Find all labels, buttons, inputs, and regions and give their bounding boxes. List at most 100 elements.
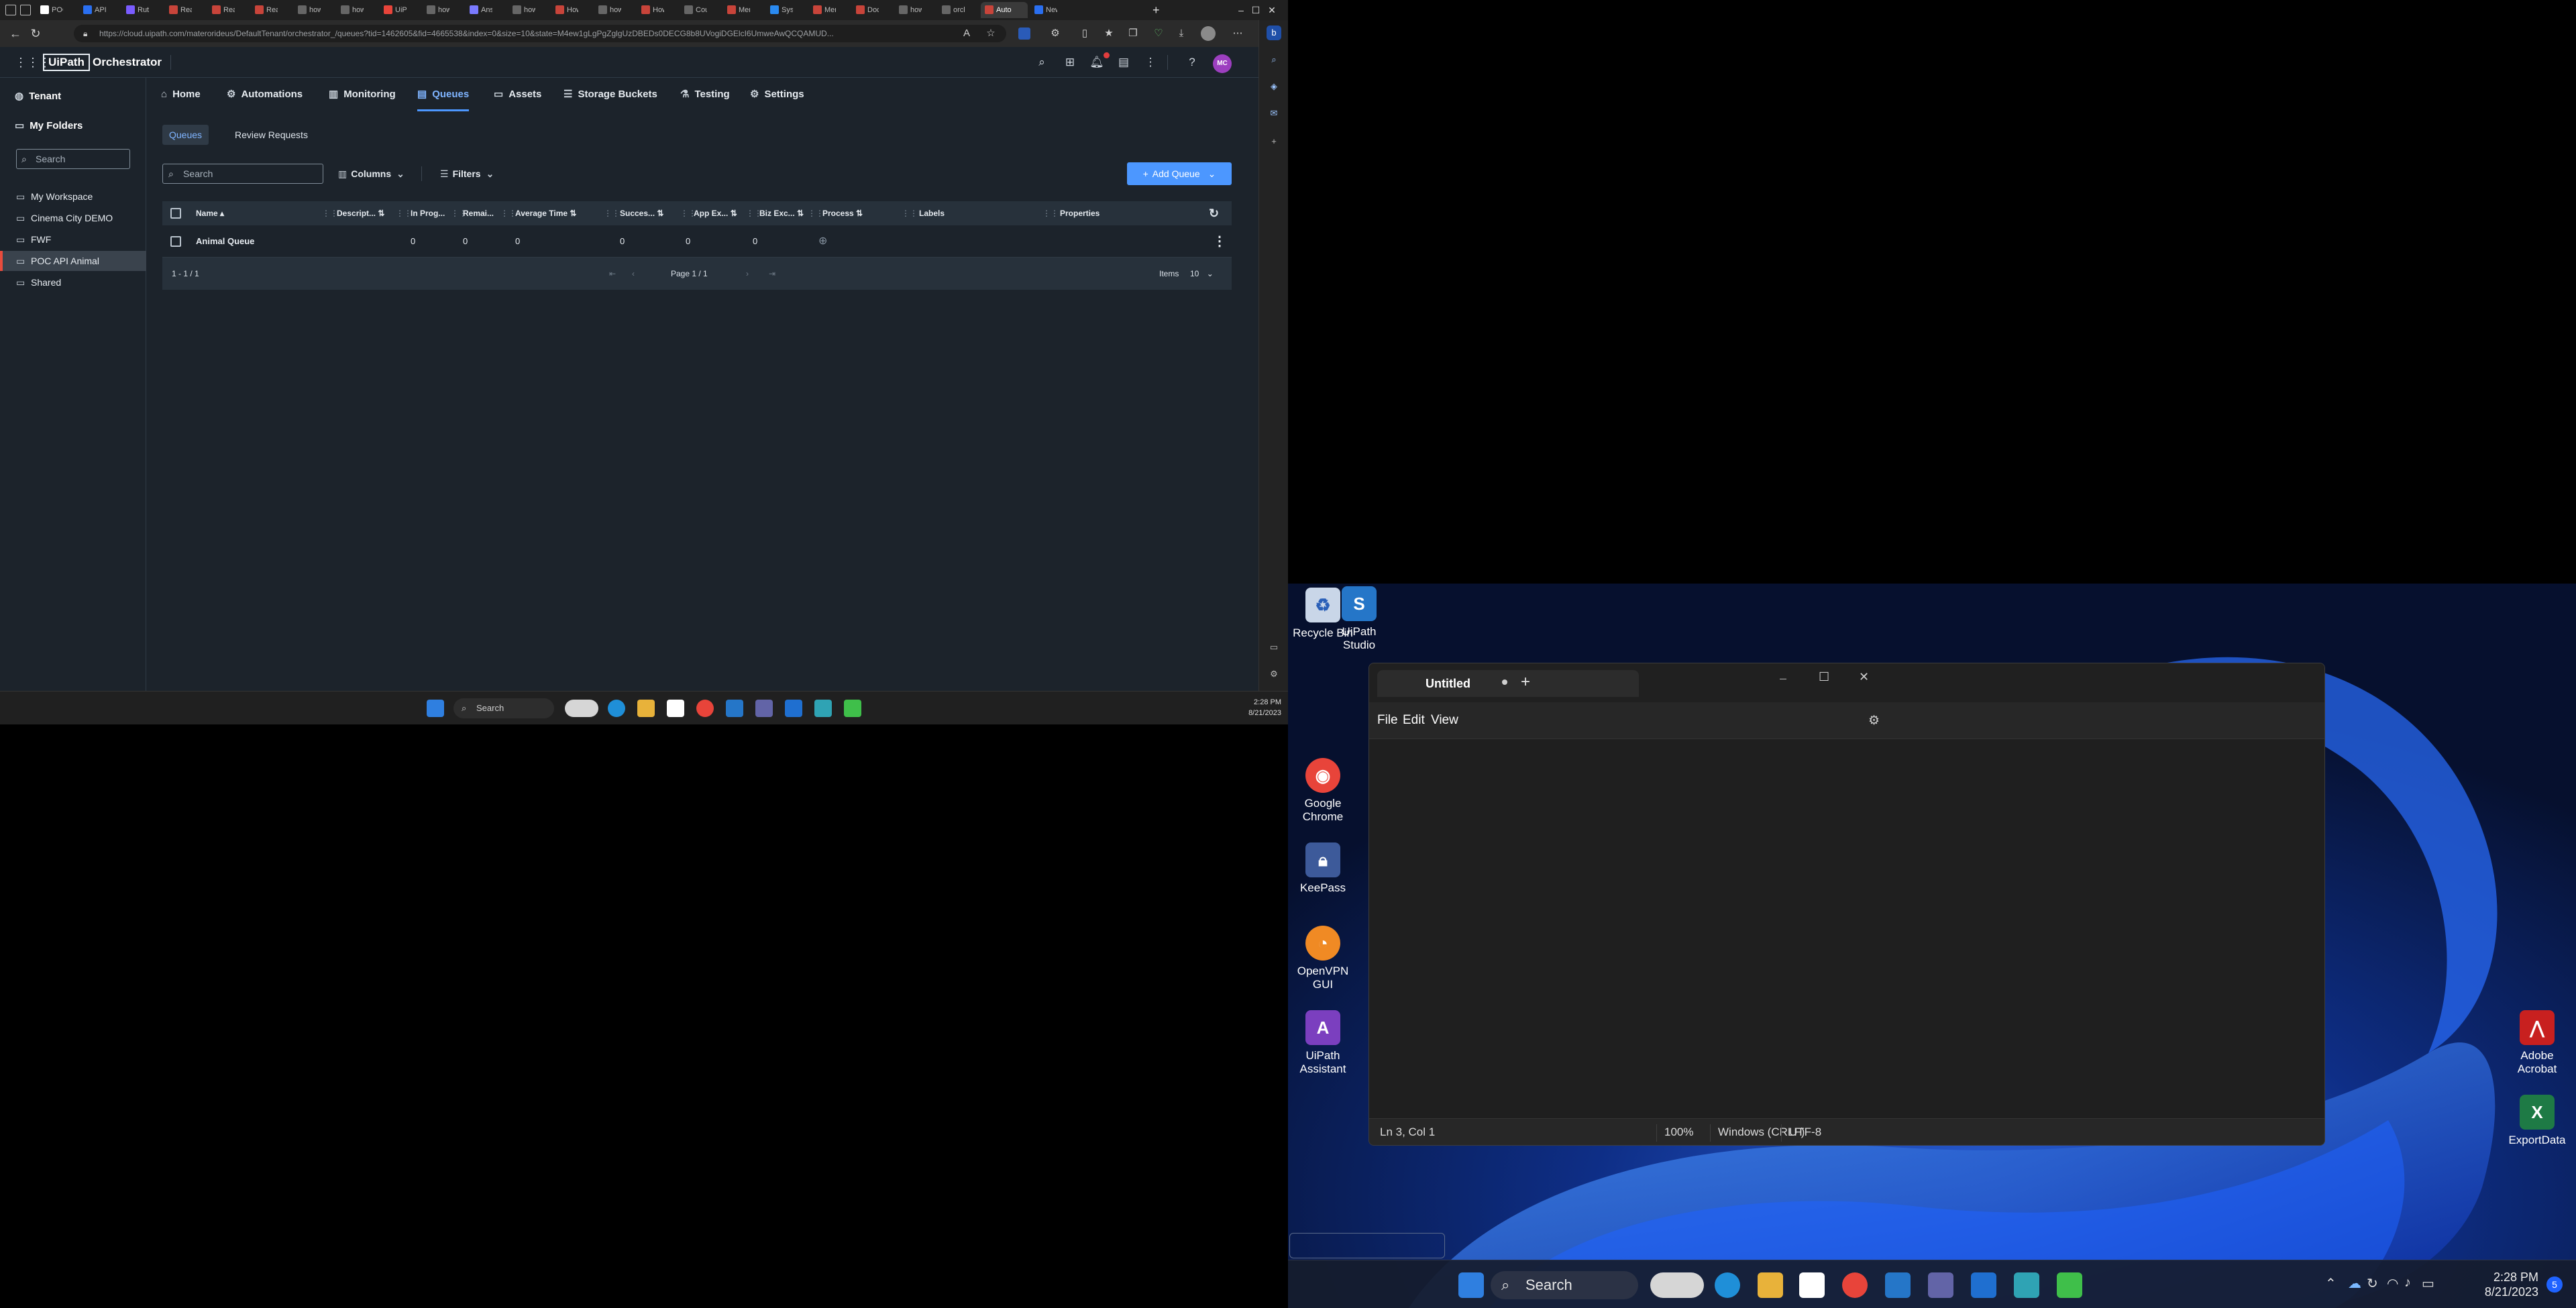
select-all-checkbox[interactable] [170, 208, 181, 219]
browser-tab[interactable]: UiPa [380, 2, 407, 18]
nav-tab[interactable]: ▤ Queues [417, 78, 470, 111]
taskbar-search[interactable]: ⌕ Search [1491, 1271, 1638, 1299]
browser-tab[interactable]: Men [809, 2, 836, 18]
downloads-icon[interactable]: ⤓ [1174, 26, 1189, 41]
desktop-icon-exportdata[interactable]: X ExportData [2504, 1095, 2571, 1147]
browser-tab[interactable]: how [594, 2, 621, 18]
column-grip-icon[interactable]: ⋮⋮ [902, 201, 918, 225]
unsaved-dot-icon[interactable] [1502, 679, 1507, 685]
browser-essentials-icon[interactable]: ♡ [1151, 26, 1166, 41]
column-grip-icon[interactable]: ⋮⋮ [500, 201, 517, 225]
desktop-icon-uipath-studio[interactable]: S UiPath Studio [1326, 586, 1393, 652]
outlook-icon[interactable] [785, 700, 802, 717]
nav-tab[interactable]: ⚙ Automations [227, 78, 303, 111]
folder-item[interactable]: ▭ Shared [0, 272, 146, 292]
notepad-text-area[interactable] [1369, 739, 2324, 1118]
taskbar-search[interactable]: ⌕ Search [453, 698, 554, 718]
favorites-icon[interactable]: ★ [1102, 26, 1116, 41]
browser-tab[interactable]: Ans [466, 2, 492, 18]
outlook-icon[interactable] [1971, 1272, 1996, 1298]
columns-button[interactable]: ▥ Columns ⌄ [338, 164, 405, 184]
extensions-icon[interactable]: ⚙ [1048, 26, 1063, 41]
chrome-icon[interactable] [1842, 1272, 1868, 1298]
items-per-page-select[interactable]: 10 ⌄ [1190, 258, 1214, 290]
profile-icon[interactable] [1201, 26, 1216, 41]
browser-tab[interactable]: Reac [208, 2, 235, 18]
browser-tab[interactable]: how [895, 2, 922, 18]
teams-icon[interactable] [1928, 1272, 1953, 1298]
tab-review-requests[interactable]: Review Requests [228, 125, 315, 145]
file-explorer-icon[interactable] [1758, 1272, 1783, 1298]
column-labels[interactable]: Labels [919, 201, 945, 225]
menu-edit[interactable]: Edit [1403, 713, 1425, 728]
desktop-icon-keepass[interactable]: 🔒︎ KeePass [1289, 842, 1356, 895]
desktop-icon-chrome[interactable]: ◉ Google Chrome [1289, 758, 1356, 824]
notification-center-icon[interactable]: 5 [2546, 1276, 2563, 1293]
search-icon[interactable]: ⌕ [1033, 55, 1051, 70]
browser-tab[interactable]: Syst [766, 2, 793, 18]
sidebar-settings-icon[interactable]: ⚙ [1267, 667, 1281, 682]
browser-tab[interactable]: Reac [251, 2, 278, 18]
tab-queues[interactable]: Queues [162, 125, 209, 145]
nav-tab[interactable]: ⚗ Testing [680, 78, 730, 111]
wifi-icon[interactable]: ◠ [2387, 1275, 2398, 1292]
column-properties[interactable]: Properties [1060, 201, 1099, 225]
browser-tab[interactable]: Doc [852, 2, 879, 18]
desktop-icon-uipath-assistant[interactable]: A UiPath Assistant [1289, 1010, 1356, 1076]
more-menu-icon[interactable]: ⋯ [1230, 26, 1245, 41]
minimize-icon[interactable]: – [1780, 671, 1786, 686]
edge-icon[interactable] [608, 700, 625, 717]
next-page-icon[interactable]: › [746, 258, 749, 290]
column-successful[interactable]: Succes... ⇅ [620, 201, 663, 225]
app-icon[interactable] [2057, 1272, 2082, 1298]
column-app-exceptions[interactable]: App Ex... ⇅ [694, 201, 737, 225]
column-name[interactable]: Name ▴ [196, 201, 224, 225]
close-button[interactable]: ✕ [1257, 0, 1287, 20]
column-remaining[interactable]: Remai... [463, 201, 494, 225]
refresh-icon[interactable]: ↻ [1209, 201, 1219, 225]
outlook-icon[interactable]: ✉ [1267, 106, 1281, 121]
app-icon[interactable] [844, 700, 861, 717]
add-sidebar-icon[interactable]: + [1267, 134, 1281, 149]
folder-item[interactable]: ▭ Cinema City DEMO [0, 208, 146, 228]
tab-actions-icon[interactable] [20, 5, 31, 15]
column-description[interactable]: Descript... ⇅ [337, 201, 384, 225]
taskbar-clock[interactable]: 2:28 PM 8/21/2023 [1228, 697, 1281, 718]
tray-chevron-icon[interactable]: ⌃ [2325, 1275, 2337, 1292]
process-add-icon[interactable]: ⊕ [818, 225, 827, 258]
nav-tab[interactable]: ▥ Monitoring [329, 78, 396, 111]
column-grip-icon[interactable]: ⋮⋮ [322, 201, 338, 225]
column-grip-icon[interactable]: ⋮⋮ [604, 201, 620, 225]
split-screen-icon[interactable]: ▯ [1077, 26, 1092, 41]
browser-tab[interactable]: how [423, 2, 449, 18]
document-icon[interactable]: ▤ [1115, 55, 1132, 70]
folder-search-input[interactable]: ⌕ Search [16, 149, 130, 169]
row-more-icon[interactable]: ⋮ [1213, 225, 1226, 258]
onedrive-icon[interactable]: ☁ [2348, 1275, 2361, 1292]
browser-tab[interactable]: Men [723, 2, 750, 18]
new-tab-icon[interactable]: + [1521, 673, 1530, 692]
column-process[interactable]: Process ⇅ [822, 201, 863, 225]
column-grip-icon[interactable]: ⋮⋮ [396, 201, 412, 225]
column-grip-icon[interactable]: ⋮⋮ [808, 201, 824, 225]
add-widget-icon[interactable]: ⊞ [1061, 55, 1079, 70]
menu-view[interactable]: View [1431, 713, 1458, 728]
my-folders-heading[interactable]: ▭ My Folders [15, 119, 83, 131]
browser-tab[interactable]: orch [938, 2, 965, 18]
bell-icon[interactable]: 🔔︎ [1088, 55, 1106, 70]
widgets-icon[interactable] [565, 700, 598, 717]
filters-button[interactable]: ☰ Filters ⌄ [440, 164, 494, 184]
column-biz-exceptions[interactable]: Biz Exc... ⇅ [759, 201, 804, 225]
more-vertical-icon[interactable]: ⋮ [1142, 55, 1159, 70]
chrome-icon[interactable] [696, 700, 714, 717]
first-page-icon[interactable]: ⇤ [609, 258, 616, 290]
add-queue-button[interactable]: + Add Queue ⌄ [1127, 162, 1232, 185]
taskbar-clock[interactable]: 2:28 PM 8/21/2023 [2445, 1270, 2538, 1299]
nav-tab[interactable]: ⌂ Home [161, 78, 201, 111]
help-icon[interactable]: ? [1183, 55, 1201, 70]
refresh-icon[interactable]: ↻ [27, 25, 44, 42]
browser-tab[interactable]: How [551, 2, 578, 18]
table-row[interactable]: Animal Queue 0 0 0 0 0 0 ⊕ ⋮ [162, 225, 1232, 258]
browser-tab[interactable]: how [294, 2, 321, 18]
uipath-studio-icon[interactable] [1885, 1272, 1911, 1298]
